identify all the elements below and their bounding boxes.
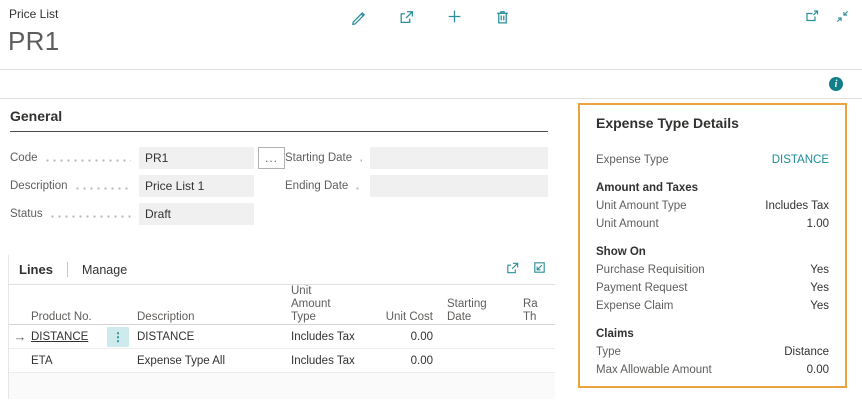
tab-lines[interactable]: Lines — [19, 262, 53, 277]
max-allowable-amount-value: 0.00 — [807, 364, 829, 376]
expense-type-row: Expense Type DISTANCE — [596, 151, 829, 168]
column-description[interactable]: Description — [137, 311, 291, 324]
empty-grid-area — [9, 373, 555, 399]
dot-leader — [354, 175, 362, 197]
expense-claim-label: Expense Claim — [596, 300, 673, 312]
factbox-row: Purchase Requisition Yes — [596, 261, 829, 278]
dot-leader — [44, 147, 132, 169]
claims-type-value: Distance — [784, 346, 829, 358]
column-unit-amount-type[interactable]: Unit Amount Type — [291, 285, 339, 324]
content-divider — [0, 98, 862, 99]
unit-amount-type-value: Includes Tax — [765, 200, 829, 212]
status-input[interactable]: Draft — [139, 203, 254, 225]
column-rate-truncated[interactable]: Ra Th — [523, 298, 541, 324]
code-field-row: Code PR1 ... — [10, 147, 285, 169]
code-label: Code — [10, 152, 38, 164]
purchase-requisition-value: Yes — [810, 264, 829, 276]
share-icon[interactable] — [396, 6, 416, 26]
page-title: PR1 — [8, 26, 59, 57]
code-input[interactable]: PR1 — [139, 147, 254, 169]
factbox-row: Max Allowable Amount 0.00 — [596, 361, 829, 378]
group-heading-amount-and-taxes: Amount and Taxes — [596, 182, 829, 194]
factbox-row: Unit Amount Type Includes Tax — [596, 197, 829, 214]
page-caption: Price List — [9, 7, 58, 21]
open-in-excel-icon[interactable] — [532, 260, 547, 280]
unit-amount-type-label: Unit Amount Type — [596, 200, 687, 212]
group-heading-claims: Claims — [596, 328, 829, 340]
column-product-no[interactable]: Product No. — [31, 311, 107, 324]
unit-amount-label: Unit Amount — [596, 218, 659, 230]
ending-date-label: Ending Date — [285, 180, 348, 192]
factbox-row: Expense Claim Yes — [596, 297, 829, 314]
lines-table: Product No. Description Unit Amount Type… — [9, 285, 555, 399]
window-controls — [802, 6, 852, 26]
cell-description[interactable]: DISTANCE — [137, 331, 291, 343]
row-menu-button[interactable]: ⋮ — [107, 327, 129, 347]
description-field-row: Description Price List 1 — [10, 175, 285, 197]
dot-leader — [358, 147, 362, 169]
unit-amount-value: 1.00 — [807, 218, 829, 230]
cell-unit-cost[interactable]: 0.00 — [383, 331, 433, 343]
lines-table-header: Product No. Description Unit Amount Type… — [9, 285, 555, 325]
status-label: Status — [10, 208, 43, 220]
info-icon[interactable]: i — [829, 77, 843, 91]
starting-date-label: Starting Date — [285, 152, 352, 164]
group-heading-show-on: Show On — [596, 246, 829, 258]
expense-type-label: Expense Type — [596, 154, 669, 166]
lines-card: Lines Manage Product No. Description Uni… — [8, 255, 555, 399]
cell-product-no[interactable]: ETA — [31, 355, 107, 367]
general-heading: General — [10, 108, 548, 132]
expense-type-details-factbox: Expense Type Details Expense Type DISTAN… — [578, 103, 847, 388]
table-row: → DISTANCE ⋮ DISTANCE Includes Tax 0.00 — [9, 325, 555, 349]
table-row: ETA Expense Type All Includes Tax 0.00 — [9, 349, 555, 373]
general-section: General Code PR1 ... Description Price L… — [10, 108, 548, 231]
description-input[interactable]: Price List 1 — [139, 175, 254, 197]
max-allowable-amount-label: Max Allowable Amount — [596, 364, 712, 376]
payment-request-value: Yes — [810, 282, 829, 294]
column-starting-date[interactable]: Starting Date — [447, 298, 497, 324]
purchase-requisition-label: Purchase Requisition — [596, 264, 705, 276]
starting-date-input[interactable] — [370, 147, 548, 169]
cell-unit-cost[interactable]: 0.00 — [383, 355, 433, 367]
dot-leader — [49, 203, 131, 225]
tab-manage[interactable]: Manage — [82, 263, 127, 277]
action-toolbar — [348, 6, 512, 26]
cell-product-no-link[interactable]: DISTANCE — [31, 331, 107, 343]
cell-unit-amount-type[interactable]: Includes Tax — [291, 331, 383, 343]
code-assist-button[interactable]: ... — [258, 147, 285, 169]
expense-claim-value: Yes — [810, 300, 829, 312]
add-icon[interactable] — [444, 6, 464, 26]
factbox-title: Expense Type Details — [596, 115, 829, 131]
column-unit-cost[interactable]: Unit Cost — [383, 311, 433, 324]
description-label: Description — [10, 180, 68, 192]
ending-date-field-row: Ending Date — [285, 175, 548, 197]
lines-header-divider — [67, 262, 68, 277]
ending-date-input[interactable] — [370, 175, 548, 197]
edit-icon[interactable] — [348, 6, 368, 26]
factbox-row: Type Distance — [596, 343, 829, 360]
dot-leader — [74, 175, 131, 197]
collapse-icon[interactable] — [832, 6, 852, 26]
header-divider — [0, 69, 862, 70]
delete-icon[interactable] — [492, 6, 512, 26]
claims-type-label: Type — [596, 346, 621, 358]
expense-type-link[interactable]: DISTANCE — [772, 154, 829, 166]
share-icon[interactable] — [505, 260, 520, 280]
lines-header: Lines Manage — [9, 255, 555, 285]
factbox-row: Unit Amount 1.00 — [596, 215, 829, 232]
factbox-row: Payment Request Yes — [596, 279, 829, 296]
current-row-arrow-icon: → — [9, 329, 31, 344]
popout-icon[interactable] — [802, 6, 822, 26]
status-field-row: Status Draft — [10, 203, 285, 225]
starting-date-field-row: Starting Date — [285, 147, 548, 169]
cell-unit-amount-type[interactable]: Includes Tax — [291, 355, 383, 367]
cell-description[interactable]: Expense Type All — [137, 355, 291, 367]
payment-request-label: Payment Request — [596, 282, 687, 294]
